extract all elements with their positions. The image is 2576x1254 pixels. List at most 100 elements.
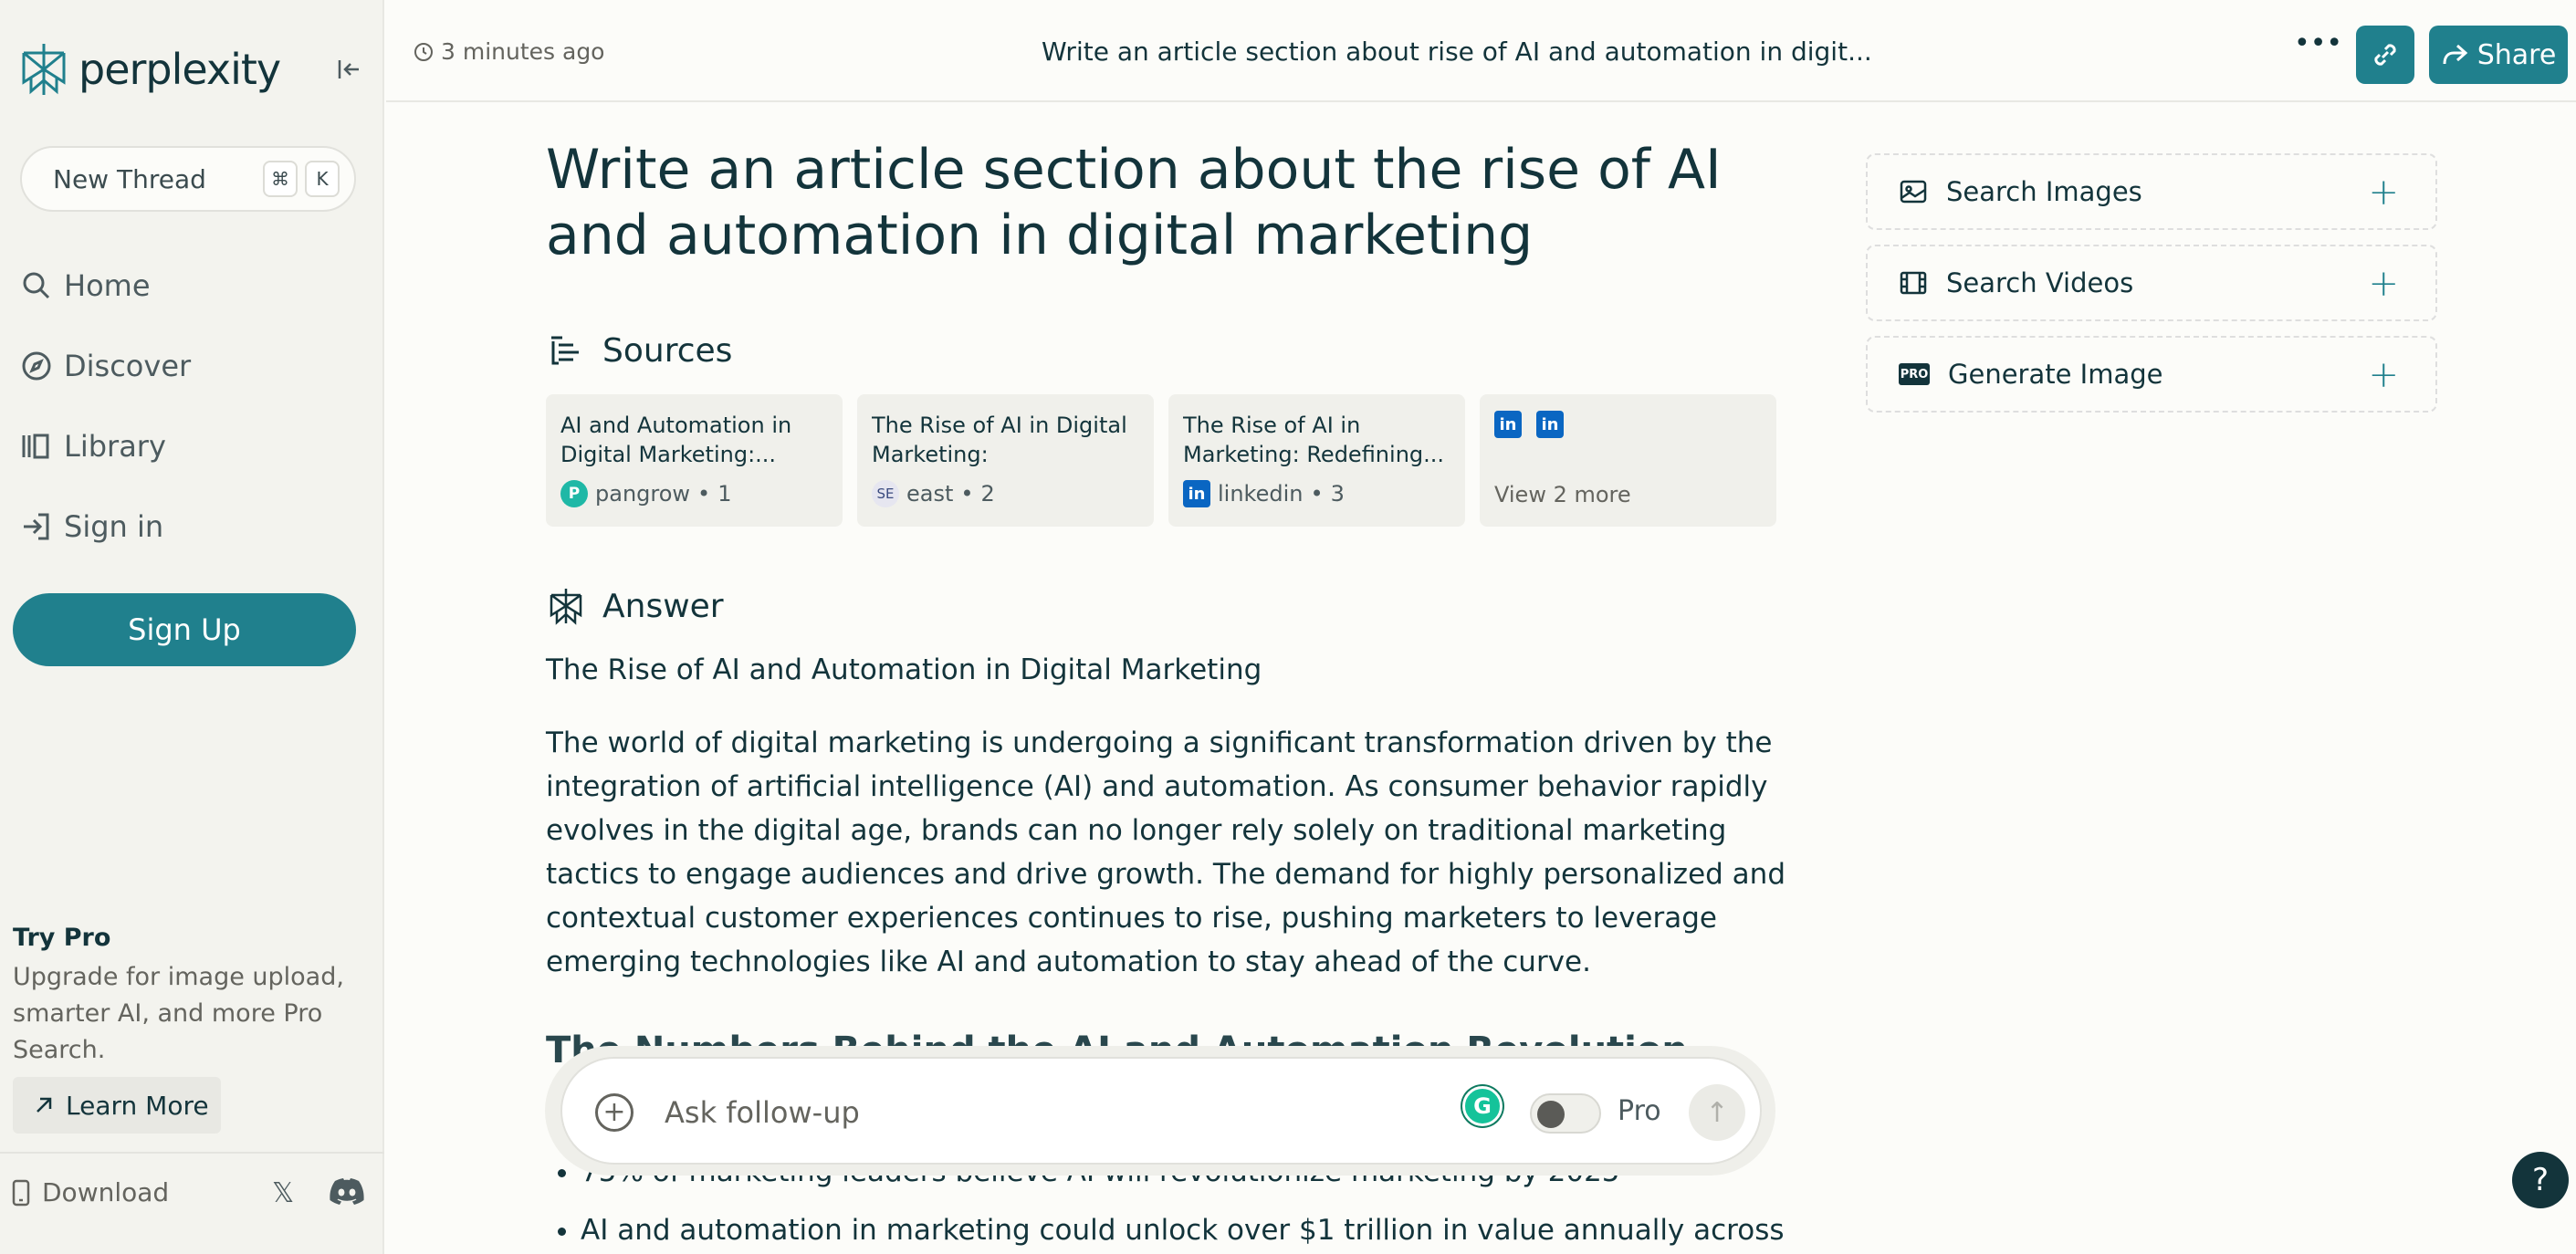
x-twitter-icon[interactable]: 𝕏 (272, 1177, 294, 1209)
sources-heading-label: Sources (602, 331, 733, 370)
collapse-icon (338, 60, 359, 78)
shortcut-keys: ⌘ K (263, 161, 340, 197)
thread-title: Write an article section about rise of A… (1042, 37, 1872, 67)
list-item: AI and automation in marketing could unl… (581, 1208, 1804, 1252)
source-title: The Rise of AI in Marketing: Redefining.… (1183, 413, 1445, 467)
compass-icon (22, 351, 51, 381)
grammarly-icon[interactable]: G (1462, 1086, 1503, 1126)
new-thread-button[interactable]: New Thread ⌘ K (20, 146, 356, 212)
share-icon (2443, 44, 2467, 65)
question-icon: ? (2531, 1162, 2550, 1198)
more-icon: ••• (2294, 27, 2343, 59)
answer-heading: Answer (546, 586, 724, 626)
logo[interactable]: perplexity (18, 40, 281, 99)
source-separator: • (1310, 481, 1324, 507)
new-thread-label: New Thread (53, 163, 206, 194)
followup-bar: + G Pro ↑ (560, 1057, 1762, 1165)
k-key: K (305, 161, 340, 197)
logo-text: perplexity (79, 45, 281, 94)
source-title: AI and Automation in Digital Marketing:.… (560, 413, 792, 467)
search-videos-button[interactable]: Search Videos + (1866, 245, 2437, 321)
followup-input[interactable] (665, 1090, 1304, 1135)
perplexity-answer-icon (550, 589, 582, 625)
phone-icon (12, 1179, 30, 1206)
source-site: east (906, 481, 954, 507)
learn-more-label: Learn More (66, 1090, 209, 1121)
plus-icon: + (2368, 354, 2399, 396)
sidebar-item-label: Discover (64, 349, 192, 383)
answer-heading-label: Answer (602, 587, 724, 625)
image-icon (1900, 180, 1927, 204)
discord-icon[interactable] (329, 1177, 365, 1207)
learn-more-button[interactable]: Learn More (13, 1077, 221, 1134)
copy-link-button[interactable] (2356, 26, 2414, 84)
source-card[interactable]: AI and Automation in Digital Marketing:.… (546, 394, 843, 527)
arrow-up-icon: ↑ (1705, 1096, 1729, 1129)
link-icon (2374, 44, 2396, 66)
toggle-knob (1537, 1101, 1565, 1128)
cmd-key: ⌘ (263, 161, 298, 197)
source-separator: • (697, 481, 711, 507)
generate-image-label: Generate Image (1948, 359, 2163, 390)
sidebar-item-discover[interactable]: Discover (20, 343, 191, 389)
linkedin-icon: in (1494, 411, 1522, 438)
source-site: pangrow (595, 481, 691, 507)
attach-button[interactable]: + (595, 1093, 634, 1132)
share-button[interactable]: Share (2429, 26, 2568, 84)
source-meta: SE east • 2 (872, 480, 995, 507)
more-source-favicons: in in (1494, 411, 1762, 438)
search-images-button[interactable]: Search Images + (1866, 153, 2437, 230)
search-icon (23, 272, 50, 299)
plus-icon: + (2368, 172, 2399, 214)
source-card[interactable]: The Rise of AI in Digital Marketing: Tra… (857, 394, 1154, 527)
source-card[interactable]: The Rise of AI in Marketing: Redefining.… (1168, 394, 1465, 527)
clock-icon (414, 42, 433, 61)
sources-icon (551, 336, 579, 365)
source-meta: in linkedin • 3 (1183, 480, 1345, 507)
linkedin-icon: in (1536, 411, 1564, 438)
sidebar-item-label: Sign in (64, 509, 164, 544)
divider (0, 1152, 384, 1154)
try-pro-text: Upgrade for image upload, smarter AI, an… (13, 963, 344, 1064)
download-button[interactable]: Download (11, 1177, 169, 1207)
sources-heading: Sources (546, 330, 732, 371)
search-images-label: Search Images (1946, 176, 2142, 207)
library-icon (22, 434, 49, 459)
sign-in-icon (24, 513, 49, 540)
download-label: Download (42, 1177, 170, 1207)
sidebar-item-label: Home (64, 268, 151, 303)
view-more-label: View 2 more (1494, 482, 1631, 507)
sidebar-item-sign-in[interactable]: Sign in (20, 504, 163, 549)
plus-icon: + (602, 1096, 626, 1128)
sources-list: AI and Automation in Digital Marketing:.… (546, 394, 1776, 527)
source-index: 3 (1330, 481, 1345, 507)
sign-up-button[interactable]: Sign Up (13, 593, 356, 666)
help-button[interactable]: ? (2512, 1152, 2569, 1208)
pro-badge: PRO (1899, 363, 1930, 385)
thread-time: 3 minutes ago (414, 38, 604, 65)
sidebar-item-label: Library (64, 429, 166, 464)
generate-image-button[interactable]: PRO Generate Image + (1866, 336, 2437, 413)
arrow-up-right-icon (37, 1097, 52, 1113)
top-bar: 3 minutes ago Write an article section a… (386, 5, 2576, 102)
source-index: 1 (717, 481, 732, 507)
sidebar-item-home[interactable]: Home (20, 263, 151, 308)
pro-toggle[interactable] (1530, 1093, 1601, 1134)
source-favicon: P (560, 480, 588, 507)
source-favicon: in (1183, 480, 1210, 507)
more-options-button[interactable]: ••• (2294, 27, 2342, 59)
search-videos-label: Search Videos (1946, 267, 2134, 298)
perplexity-logo-icon (22, 44, 66, 95)
try-pro-panel: Try Pro Upgrade for image upload, smarte… (13, 924, 351, 1069)
answer-paragraph: The world of digital marketing is underg… (546, 726, 1786, 978)
submit-button[interactable]: ↑ (1689, 1084, 1745, 1141)
sidebar: perplexity New Thread ⌘ K Home Discover … (0, 0, 384, 1254)
film-icon (1900, 271, 1927, 295)
source-title: The Rise of AI in Digital Marketing: Tra… (872, 413, 1127, 467)
source-favicon: SE (872, 480, 899, 507)
source-separator: • (960, 481, 974, 507)
sidebar-item-library[interactable]: Library (20, 423, 166, 469)
collapse-sidebar-button[interactable] (330, 51, 367, 88)
view-more-sources-card[interactable]: in in View 2 more (1480, 394, 1776, 527)
page-title: Write an article section about the rise … (546, 138, 1722, 267)
